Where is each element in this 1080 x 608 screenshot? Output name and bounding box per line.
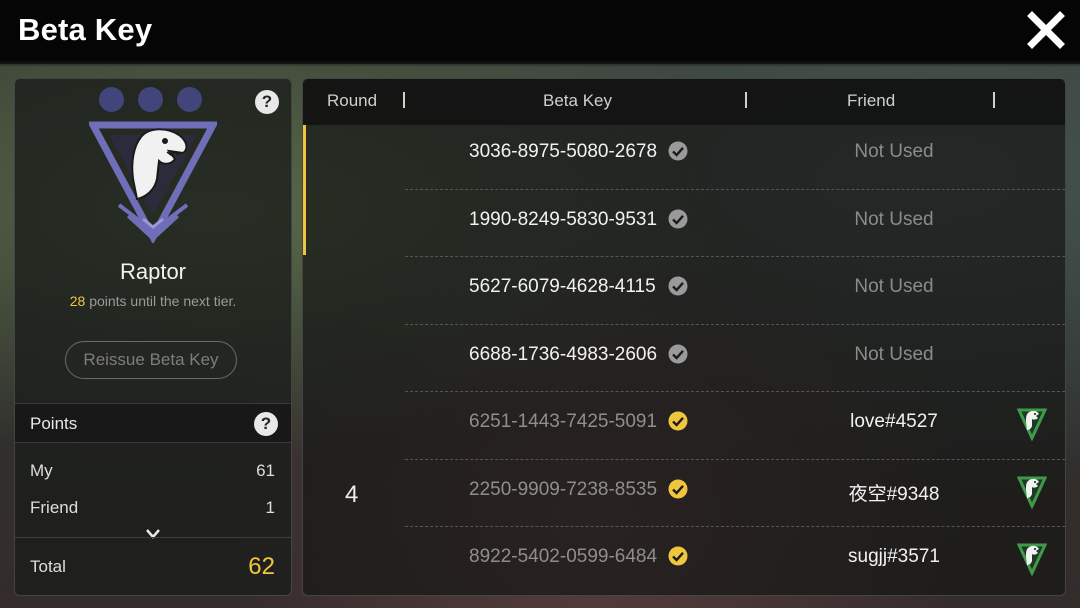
check-circle-icon xyxy=(668,344,688,363)
beta-key-table: Round Beta Key Friend 4 3036-8975-5080-2… xyxy=(302,78,1066,596)
tier-progress-suffix: points until the next tier. xyxy=(89,293,237,309)
check-circle-icon xyxy=(668,141,688,161)
table-row: 6251-1443-7425-5091 love#4527 xyxy=(405,391,1065,459)
reissue-beta-key-button[interactable]: Reissue Beta Key xyxy=(65,341,237,379)
page-title: Beta Key xyxy=(18,12,153,47)
table-row: 2250-9909-7238-8535 夜空#9348 xyxy=(405,458,1065,527)
points-until-next-tier: 28 xyxy=(69,293,86,309)
column-header-friend: Friend xyxy=(847,91,896,110)
round-number: 4 xyxy=(345,481,359,508)
friend-name: Not Used xyxy=(854,141,934,162)
check-circle-icon xyxy=(668,276,688,296)
table-row: 6688-1736-4983-2606 Not Used xyxy=(405,323,1065,392)
check-circle-icon xyxy=(668,546,688,566)
check-circle-icon xyxy=(668,479,688,498)
raptor-badge-icon xyxy=(1017,543,1047,576)
column-divider xyxy=(403,92,405,108)
total-divider xyxy=(15,537,291,538)
table-row: 8922-5402-0599-6484 sugjj#3571 xyxy=(405,526,1065,594)
tier-progress-text: 28 points until the next tier. xyxy=(15,293,291,309)
friend-name: Not Used xyxy=(854,276,934,297)
column-header-round: Round xyxy=(327,91,378,110)
beta-key-code[interactable]: 6251-1443-7425-5091 xyxy=(469,411,657,433)
check-circle-icon xyxy=(668,411,688,431)
friend-name: Not Used xyxy=(854,343,934,365)
table-row: 3036-8975-5080-2678 Not Used xyxy=(405,121,1065,189)
raptor-badge-icon xyxy=(1017,476,1047,509)
tier-help-icon[interactable]: ? xyxy=(255,90,279,114)
friend-name: sugjj#3571 xyxy=(848,546,940,567)
friend-name: 夜空#9348 xyxy=(848,483,940,505)
points-help-icon[interactable]: ? xyxy=(254,412,278,436)
my-points-value: 61 xyxy=(256,461,275,480)
progress-dot xyxy=(99,87,124,112)
friend-name: Not Used xyxy=(854,208,934,230)
raptor-badge-icon xyxy=(1017,408,1047,441)
row-divider xyxy=(405,458,1065,460)
beta-key-code[interactable]: 8922-5402-0599-6484 xyxy=(469,546,657,568)
beta-key-code[interactable]: 2250-9909-7238-8535 xyxy=(469,479,657,501)
column-divider xyxy=(993,92,995,108)
close-icon[interactable] xyxy=(1026,10,1066,50)
row-divider xyxy=(405,188,1065,190)
row-divider xyxy=(405,323,1065,325)
points-label: Points xyxy=(30,414,78,433)
column-header-beta-key: Beta Key xyxy=(543,91,612,110)
check-circle-icon xyxy=(668,209,688,228)
beta-key-code[interactable]: 3036-8975-5080-2678 xyxy=(469,141,657,163)
friend-points-label: Friend xyxy=(30,498,79,517)
column-divider xyxy=(745,92,747,108)
progress-dot xyxy=(138,87,163,112)
table-row: 1990-8249-5830-9531 Not Used xyxy=(405,188,1065,257)
top-bar: Beta Key xyxy=(0,0,1080,67)
my-points-row: My 61 xyxy=(30,461,275,481)
total-points-row: Total 62 xyxy=(30,553,275,580)
progress-dots xyxy=(99,87,202,112)
table-header: Round Beta Key Friend xyxy=(303,79,1065,125)
my-points-label: My xyxy=(30,461,53,480)
row-divider xyxy=(405,256,1065,257)
row-divider xyxy=(405,526,1065,527)
total-points-value: 62 xyxy=(248,553,275,580)
beta-key-code[interactable]: 5627-6079-4628-4115 xyxy=(469,276,656,298)
row-divider xyxy=(405,391,1065,392)
tier-panel: ? Raptor 28 points until the next tier. … xyxy=(14,78,292,596)
raptor-emblem-icon xyxy=(89,121,217,243)
points-header: Points ? xyxy=(15,403,291,443)
table-row: 5627-6079-4628-4115 Not Used xyxy=(405,256,1065,324)
current-round-marker xyxy=(303,125,306,255)
friend-points-value: 1 xyxy=(265,498,275,517)
progress-dot xyxy=(177,87,202,112)
beta-key-code[interactable]: 6688-1736-4983-2606 xyxy=(469,344,657,366)
friend-name: love#4527 xyxy=(850,411,938,432)
total-points-label: Total xyxy=(30,557,66,576)
friend-points-row: Friend 1 xyxy=(30,498,275,518)
tier-name: Raptor xyxy=(119,259,187,284)
beta-key-code[interactable]: 1990-8249-5830-9531 xyxy=(469,209,657,231)
